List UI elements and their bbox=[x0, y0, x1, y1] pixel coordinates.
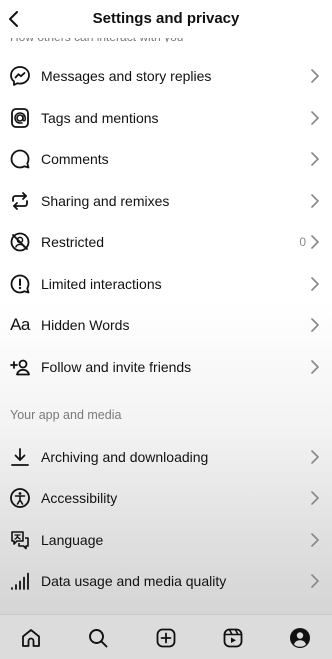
search-icon bbox=[89, 629, 108, 648]
chevron-right-icon bbox=[311, 533, 319, 547]
menu-item-restricted[interactable]: Restricted 0 bbox=[0, 222, 332, 262]
menu-item-data-usage[interactable]: Data usage and media quality bbox=[0, 561, 332, 601]
menu-item-accessibility[interactable]: Accessibility bbox=[0, 478, 332, 518]
chevron-right-icon bbox=[311, 194, 319, 208]
menu-item-label: Tags and mentions bbox=[41, 110, 159, 126]
nav-profile-button[interactable] bbox=[287, 625, 313, 651]
menu-item-label: Follow and invite friends bbox=[41, 359, 192, 375]
chevron-right-icon bbox=[311, 574, 319, 588]
nav-create-button[interactable] bbox=[153, 625, 179, 651]
section-label-app-media: Your app and media bbox=[10, 408, 122, 422]
signal-bars-icon bbox=[8, 569, 32, 593]
comment-icon bbox=[8, 147, 32, 171]
chevron-right-icon bbox=[311, 277, 319, 291]
menu-item-label: Data usage and media quality bbox=[41, 573, 227, 589]
limited-interactions-icon bbox=[8, 272, 32, 296]
chevron-right-icon bbox=[311, 491, 319, 505]
chevron-right-icon bbox=[311, 111, 319, 125]
menu-item-label: Restricted bbox=[41, 234, 105, 250]
add-person-icon bbox=[8, 355, 32, 379]
chevron-right-icon bbox=[311, 69, 319, 83]
share-remix-icon bbox=[8, 189, 32, 213]
menu-item-label: Language bbox=[41, 532, 104, 548]
at-sign-icon bbox=[8, 106, 32, 130]
reels-icon bbox=[223, 628, 243, 648]
menu-item-messages[interactable]: Messages and story replies bbox=[0, 56, 332, 96]
messenger-icon bbox=[8, 64, 32, 88]
menu-item-label: Limited interactions bbox=[41, 276, 162, 292]
chevron-right-icon bbox=[311, 235, 319, 249]
create-icon bbox=[156, 628, 176, 648]
bottom-nav-bar bbox=[0, 614, 332, 659]
download-icon bbox=[8, 445, 32, 469]
profile-icon bbox=[290, 628, 310, 648]
language-icon bbox=[8, 528, 32, 552]
menu-item-limited-interactions[interactable]: Limited interactions bbox=[0, 264, 332, 304]
restricted-count: 0 bbox=[299, 235, 306, 249]
chevron-right-icon bbox=[311, 360, 319, 374]
menu-item-label: Accessibility bbox=[41, 490, 118, 506]
menu-item-comments[interactable]: Comments bbox=[0, 139, 332, 179]
nav-search-button[interactable] bbox=[85, 625, 111, 651]
menu-item-sharing-remixes[interactable]: Sharing and remixes bbox=[0, 181, 332, 221]
menu-item-label: Archiving and downloading bbox=[41, 449, 209, 465]
top-bar: Settings and privacy bbox=[0, 0, 332, 38]
chevron-right-icon bbox=[311, 450, 319, 464]
chevron-right-icon bbox=[311, 152, 319, 166]
menu-item-hidden-words[interactable]: Aa Hidden Words bbox=[0, 305, 332, 345]
menu-item-follow-invite[interactable]: Follow and invite friends bbox=[0, 347, 332, 387]
nav-home-button[interactable] bbox=[18, 625, 44, 651]
chevron-right-icon bbox=[311, 318, 319, 332]
menu-item-label: Messages and story replies bbox=[41, 68, 212, 84]
accessibility-icon bbox=[8, 486, 32, 510]
menu-item-label: Sharing and remixes bbox=[41, 193, 170, 209]
nav-reels-button[interactable] bbox=[220, 625, 246, 651]
menu-item-label: Hidden Words bbox=[41, 317, 130, 333]
menu-item-language[interactable]: Language bbox=[0, 520, 332, 560]
home-icon bbox=[22, 629, 40, 647]
restricted-icon bbox=[8, 230, 32, 254]
menu-item-tags-mentions[interactable]: Tags and mentions bbox=[0, 98, 332, 138]
menu-item-label: Comments bbox=[41, 151, 109, 167]
menu-item-archiving[interactable]: Archiving and downloading bbox=[0, 437, 332, 477]
hidden-words-icon: Aa bbox=[10, 315, 30, 334]
page-title: Settings and privacy bbox=[92, 10, 240, 27]
